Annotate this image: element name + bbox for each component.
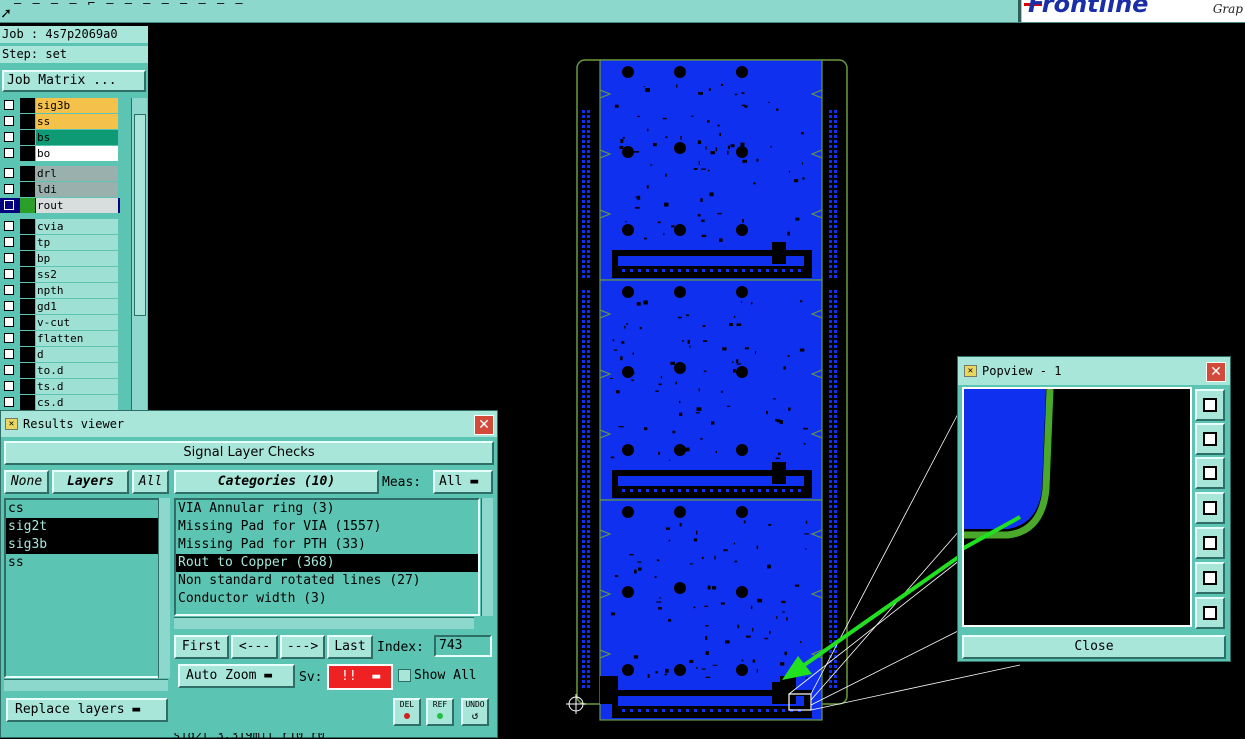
layers-tab[interactable]: Layers [52,470,129,494]
category-item[interactable]: Missing Pad for VIA (1557) [176,518,478,536]
layer-list-hscroll[interactable] [4,679,168,691]
replace-layers-value: Replace layers [15,702,125,717]
replace-layers-dropdown[interactable]: Replace layers ▬ [6,698,168,722]
close-icon[interactable]: ✕ [474,415,494,435]
undo-button[interactable]: UNDO ↺ [461,698,489,726]
chevron-down-icon: ▬ [470,474,479,489]
results-layer-list[interactable]: cs sig2t sig3b ss [4,498,160,678]
severity-label: Sv: [299,670,323,685]
last-button[interactable]: Last [327,635,373,659]
pan-right-icon[interactable] [1195,527,1225,559]
chevron-down-icon: ▬ [264,668,273,683]
categories-list[interactable]: VIA Annular ring (3) Missing Pad for VIA … [174,498,480,616]
red-dot-icon [404,713,410,719]
crosshair-icon [566,694,586,714]
next-button[interactable]: ---> [280,635,325,659]
previous-button[interactable]: <--- [231,635,278,659]
category-item[interactable]: Missing Pad for PTH (33) [176,536,478,554]
layer-list-item[interactable]: sig3b [6,536,158,554]
undo-arrow-icon: ↺ [471,709,479,722]
chevron-down-icon: ▬ [132,702,141,717]
index-label: Index: [377,640,424,655]
auto-zoom-dropdown[interactable]: Auto Zoom ▬ [178,664,295,688]
zoom-out-icon[interactable] [1195,597,1225,629]
meas-value: All [439,474,463,489]
window-menu-icon[interactable]: ✕ [964,365,977,377]
layer-list-item[interactable]: ss [6,554,158,572]
meas-dropdown[interactable]: All ▬ [433,470,493,494]
meas-label: Meas: [382,475,422,490]
none-button[interactable]: None [4,470,49,494]
layer-list-item[interactable]: sig2t [6,518,158,536]
pan-up-icon[interactable] [1195,423,1225,455]
layer-list-vscroll[interactable] [158,498,170,678]
category-item[interactable]: Conductor width (3) [176,590,478,608]
categories-vscroll[interactable] [481,498,493,616]
first-button[interactable]: First [174,635,229,659]
status-line: sig2t 3.319mil r10 r0 [1,733,497,739]
severity-value: !! [341,669,357,684]
reference-button[interactable]: REF [426,698,454,726]
popview-window: ✕ Popview - 1 ✕ Close [957,356,1231,662]
layer-list-item[interactable]: cs [6,500,158,518]
window-menu-icon[interactable]: ✕ [5,418,18,430]
results-viewer-title: Results viewer [23,417,125,431]
all-button[interactable]: All [132,470,169,494]
popview-title: Popview - 1 [982,364,1062,378]
pcb-boards [599,59,823,721]
popview-titlebar[interactable]: ✕ Popview - 1 ✕ [958,357,1230,385]
category-item[interactable]: Non standard rotated lines (27) [176,572,478,590]
green-dot-icon [437,713,443,719]
close-icon[interactable]: ✕ [1206,362,1226,382]
fit-icon[interactable] [1195,562,1225,594]
results-viewer-titlebar[interactable]: ✕ Results viewer ✕ [1,411,497,437]
categories-tab[interactable]: Categories (10) [174,470,379,494]
popview-close-button[interactable]: Close [962,635,1226,659]
categories-hscroll[interactable] [174,617,474,629]
checkbox-icon[interactable] [398,669,411,682]
index-input[interactable]: 743 [434,635,492,657]
category-item[interactable]: Rout to Copper (368) [176,554,478,572]
show-all-checkbox[interactable]: Show All [398,668,477,683]
severity-dropdown[interactable]: !! ▬ [327,664,393,690]
category-item[interactable]: VIA Annular ring (3) [176,500,478,518]
results-viewer-window: ✕ Results viewer ✕ Signal Layer Checks N… [0,410,498,739]
auto-zoom-value: Auto Zoom [186,668,257,683]
popview-zoom-view[interactable] [962,387,1192,627]
zoom-in-icon[interactable] [1195,389,1225,421]
signal-layer-checks-header[interactable]: Signal Layer Checks [4,441,494,465]
pan-down-icon[interactable] [1195,457,1225,489]
pan-left-icon[interactable] [1195,492,1225,524]
chevron-down-icon: ▬ [372,669,381,684]
delete-button[interactable]: DEL [393,698,421,726]
